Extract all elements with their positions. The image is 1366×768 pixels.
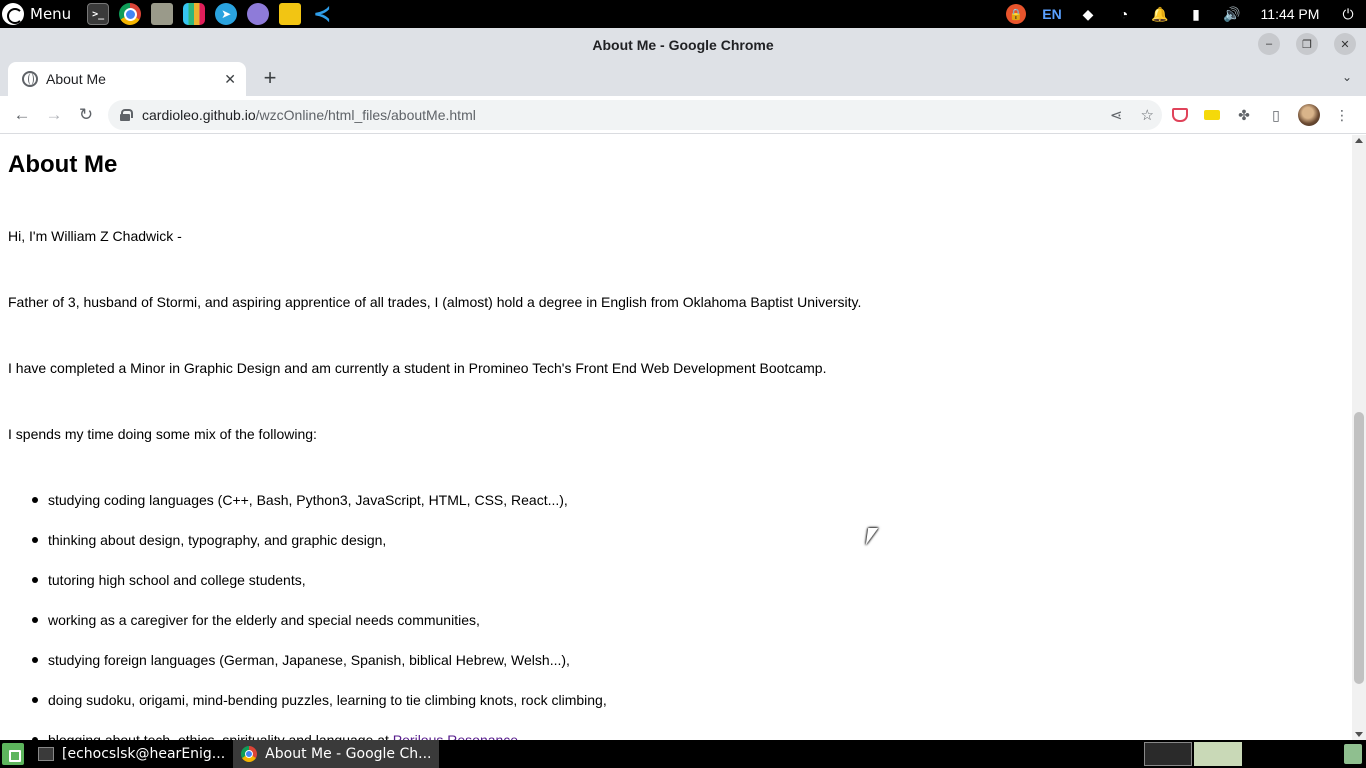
show-desktop-button[interactable] [2,743,24,765]
education-paragraph: I have completed a Minor in Graphic Desi… [8,360,827,376]
os-menu-button[interactable]: Menu [0,0,77,28]
new-tab-button[interactable]: + [258,67,282,91]
chrome-icon [241,746,258,762]
yellow-extension-shape [1204,110,1220,120]
activities-list: studying coding languages (C++, Bash, Py… [8,491,607,740]
url-path: /wzcOnline/html_files/aboutMe.html [255,107,476,123]
list-item-blogging: blogging about tech, ethics, spiritualit… [8,731,607,740]
puzzle-icon[interactable]: ✤ [1234,105,1254,125]
perilous-resonance-link[interactable]: Perilous Resonance [393,732,518,740]
vertical-scrollbar[interactable] [1352,135,1366,740]
time-paragraph: I spends my time doing some mix of the f… [8,426,317,442]
url-host: cardioleo.github.io [142,107,256,123]
blogging-text: blogging about tech, ethics, spiritualit… [48,732,393,740]
system-tray: 🔒 EN ◆ ◔ 🔔 ▮ 🔊 11:44 PM ⏻ [998,0,1366,28]
pocket-icon[interactable] [1170,105,1190,125]
list-item: working as a caregiver for the elderly a… [8,611,607,651]
list-item: studying coding languages (C++, Bash, Py… [8,491,607,531]
volume-icon[interactable]: 🔊 [1214,0,1250,28]
page-title: About Me [8,151,118,178]
address-bar[interactable]: cardioleo.github.io/wzcOnline/html_files… [108,100,1162,130]
terminal-icon [38,747,54,761]
minimize-button[interactable]: – [1258,33,1280,55]
tab-about-me[interactable]: About Me ✕ [8,62,246,96]
list-item: doing sudoku, origami, mind-bending puzz… [8,691,607,731]
list-item: studying foreign languages (German, Japa… [8,651,607,691]
window-controls: – ❐ ✕ [1258,33,1356,55]
globe-icon [22,71,38,87]
maximize-button[interactable]: ❐ [1296,33,1318,55]
workspace-switcher [1144,742,1242,766]
terminal-icon[interactable]: >_ [87,3,110,25]
os-logo-icon [2,3,24,25]
power-icon[interactable]: ⏻ [1330,0,1366,28]
files-icon[interactable] [151,3,174,25]
keyboard-layout[interactable]: EN [1034,0,1070,28]
workspace-2[interactable] [1194,742,1242,766]
scroll-down-arrow-icon[interactable] [1355,732,1363,737]
pocket-shape [1172,108,1188,122]
task-label: About Me - Google Ch... [265,746,432,762]
os-menu-label: Menu [30,5,72,23]
tab-title: About Me [46,71,106,87]
task-chrome[interactable]: About Me - Google Ch... [233,740,440,768]
close-button[interactable]: ✕ [1334,33,1356,55]
bell-icon[interactable]: 🔔 [1142,0,1178,28]
reload-button[interactable]: ↻ [70,99,102,131]
trash-icon[interactable] [1344,744,1362,764]
launcher-bar: >_ ➤ ≺ [87,1,333,26]
list-item: tutoring high school and college student… [8,571,607,611]
browser-toolbar: ← → ↻ cardioleo.github.io/wzcOnline/html… [0,96,1366,134]
os-top-panel: Menu >_ ➤ ≺ 🔒 EN ◆ ◔ 🔔 ▮ 🔊 11:44 PM ⏻ [0,0,1366,28]
yellow-app-icon[interactable] [279,3,302,25]
tray-lock[interactable]: 🔒 [998,0,1034,28]
side-panel-icon[interactable]: ▯ [1266,105,1286,125]
battery-icon[interactable]: ▮ [1178,0,1214,28]
kebab-menu-icon[interactable]: ⋮ [1332,105,1352,125]
back-button[interactable]: ← [6,99,38,131]
window-title: About Me - Google Chrome [592,37,774,53]
lock-icon[interactable] [120,109,133,121]
task-label: [echocslsk@hearEnig... [62,746,226,762]
chrome-icon[interactable] [119,3,142,25]
family-paragraph: Father of 3, husband of Stormi, and aspi… [8,294,862,310]
os-taskbar: [echocslsk@hearEnig... About Me - Google… [0,740,1366,768]
extensions-area: ✤ ▯ ⋮ [1170,96,1352,134]
lock-icon: 🔒 [1006,4,1026,24]
scroll-up-arrow-icon[interactable] [1355,138,1363,143]
yellow-extension-icon[interactable] [1202,105,1222,125]
omnibox-actions: ⋖ ☆ [1110,100,1154,130]
purple-app-icon[interactable] [247,3,270,25]
tab-close-icon[interactable]: ✕ [224,71,236,88]
task-terminal[interactable]: [echocslsk@hearEnig... [30,740,233,768]
vscode-icon[interactable]: ≺ [311,1,333,26]
avatar[interactable] [1298,104,1320,126]
tab-search-chevron-icon[interactable]: ⌄ [1342,70,1352,84]
page-content: About Me Hi, I'm William Z Chadwick - Fa… [8,135,1338,740]
dropbox-icon[interactable]: ◆ [1070,0,1106,28]
tab-strip: About Me ✕ + ⌄ [0,62,1366,96]
window-title-bar[interactable]: About Me - Google Chrome – ❐ ✕ [0,28,1366,62]
scroll-thumb[interactable] [1354,412,1364,684]
bookmark-star-icon[interactable]: ☆ [1141,106,1154,124]
wifi-icon[interactable]: ◔ [1106,0,1142,28]
page-viewport[interactable]: About Me Hi, I'm William Z Chadwick - Fa… [0,135,1352,740]
clock[interactable]: 11:44 PM [1250,0,1330,28]
list-item: thinking about design, typography, and g… [8,531,607,571]
intro-paragraph: Hi, I'm William Z Chadwick - [8,228,182,244]
telegram-icon[interactable]: ➤ [215,3,238,25]
workspace-1[interactable] [1144,742,1192,766]
slack-icon[interactable] [183,3,206,25]
share-icon[interactable]: ⋖ [1110,106,1123,124]
forward-button[interactable]: → [38,99,70,131]
